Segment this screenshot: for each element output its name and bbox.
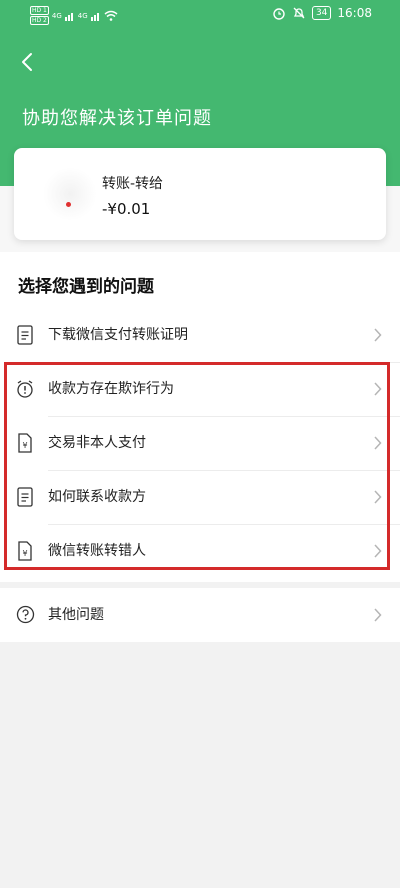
hd-badge-1: HD 1 bbox=[30, 6, 49, 15]
divider bbox=[48, 524, 400, 525]
alarm-icon bbox=[17, 380, 33, 398]
svg-text:¥: ¥ bbox=[22, 549, 27, 558]
chevron-right-icon bbox=[374, 436, 382, 450]
hd-badges: HD 1 HD 2 bbox=[30, 6, 49, 25]
avatar-dot bbox=[66, 202, 71, 207]
alarm-clock-icon bbox=[273, 8, 285, 20]
status-bar: HD 1 HD 2 4G 4G 34 16:08 bbox=[0, 0, 400, 30]
problem-label: 如何联系收款方 bbox=[48, 489, 146, 505]
problem-label: 收款方存在欺诈行为 bbox=[48, 381, 174, 397]
status-bar-left: HD 1 HD 2 4G 4G bbox=[30, 6, 118, 25]
hd-badge-2: HD 2 bbox=[30, 16, 49, 25]
page-title: 协助您解决该订单问题 bbox=[22, 108, 212, 129]
receipt-icon bbox=[17, 325, 33, 345]
other-problems-label: 其他问题 bbox=[48, 607, 104, 623]
svg-text:¥: ¥ bbox=[22, 441, 27, 450]
receipt-icon bbox=[17, 487, 33, 507]
order-amount: -¥0.01 bbox=[102, 200, 151, 218]
clock-time: 16:08 bbox=[337, 6, 372, 20]
signal-2-label: 4G bbox=[77, 11, 88, 20]
problem-row-contact-payee[interactable]: 如何联系收款方 bbox=[0, 470, 400, 524]
divider bbox=[48, 416, 400, 417]
section-title: 选择您遇到的问题 bbox=[18, 277, 154, 297]
battery-level: 34 bbox=[311, 6, 332, 20]
problem-row-not-self-paid[interactable]: ¥ 交易非本人支付 bbox=[0, 416, 400, 470]
wifi-icon bbox=[104, 10, 118, 21]
yen-document-icon: ¥ bbox=[18, 541, 32, 561]
divider bbox=[48, 362, 400, 363]
order-name: 转账-转给 bbox=[102, 176, 164, 192]
problem-row-wrong-recipient[interactable]: ¥ 微信转账转错人 bbox=[0, 524, 400, 578]
signal-bars-icon bbox=[90, 12, 99, 21]
chevron-right-icon bbox=[374, 328, 382, 342]
back-arrow-icon[interactable] bbox=[18, 50, 38, 74]
question-circle-icon bbox=[16, 605, 35, 624]
problem-label: 交易非本人支付 bbox=[48, 435, 146, 451]
avatar bbox=[42, 168, 98, 220]
bottom-empty-area bbox=[0, 642, 400, 888]
divider bbox=[48, 470, 400, 471]
problem-label: 下载微信支付转账证明 bbox=[48, 327, 188, 343]
other-problems-row[interactable]: 其他问题 bbox=[0, 588, 400, 642]
chevron-right-icon bbox=[374, 490, 382, 504]
problem-label: 微信转账转错人 bbox=[48, 543, 146, 559]
signal-1-label: 4G bbox=[51, 11, 62, 20]
problem-row-download-proof[interactable]: 下载微信支付转账证明 bbox=[0, 308, 400, 362]
mute-bell-icon bbox=[293, 7, 305, 19]
yen-document-icon: ¥ bbox=[18, 433, 32, 453]
chevron-right-icon bbox=[374, 544, 382, 558]
chevron-right-icon bbox=[374, 608, 382, 622]
order-card[interactable]: 转账-转给 -¥0.01 bbox=[14, 148, 386, 240]
chevron-right-icon bbox=[374, 382, 382, 396]
signal-bars-icon bbox=[64, 12, 73, 21]
problem-row-fraud[interactable]: 收款方存在欺诈行为 bbox=[0, 362, 400, 416]
status-bar-right: 34 16:08 bbox=[272, 6, 372, 20]
